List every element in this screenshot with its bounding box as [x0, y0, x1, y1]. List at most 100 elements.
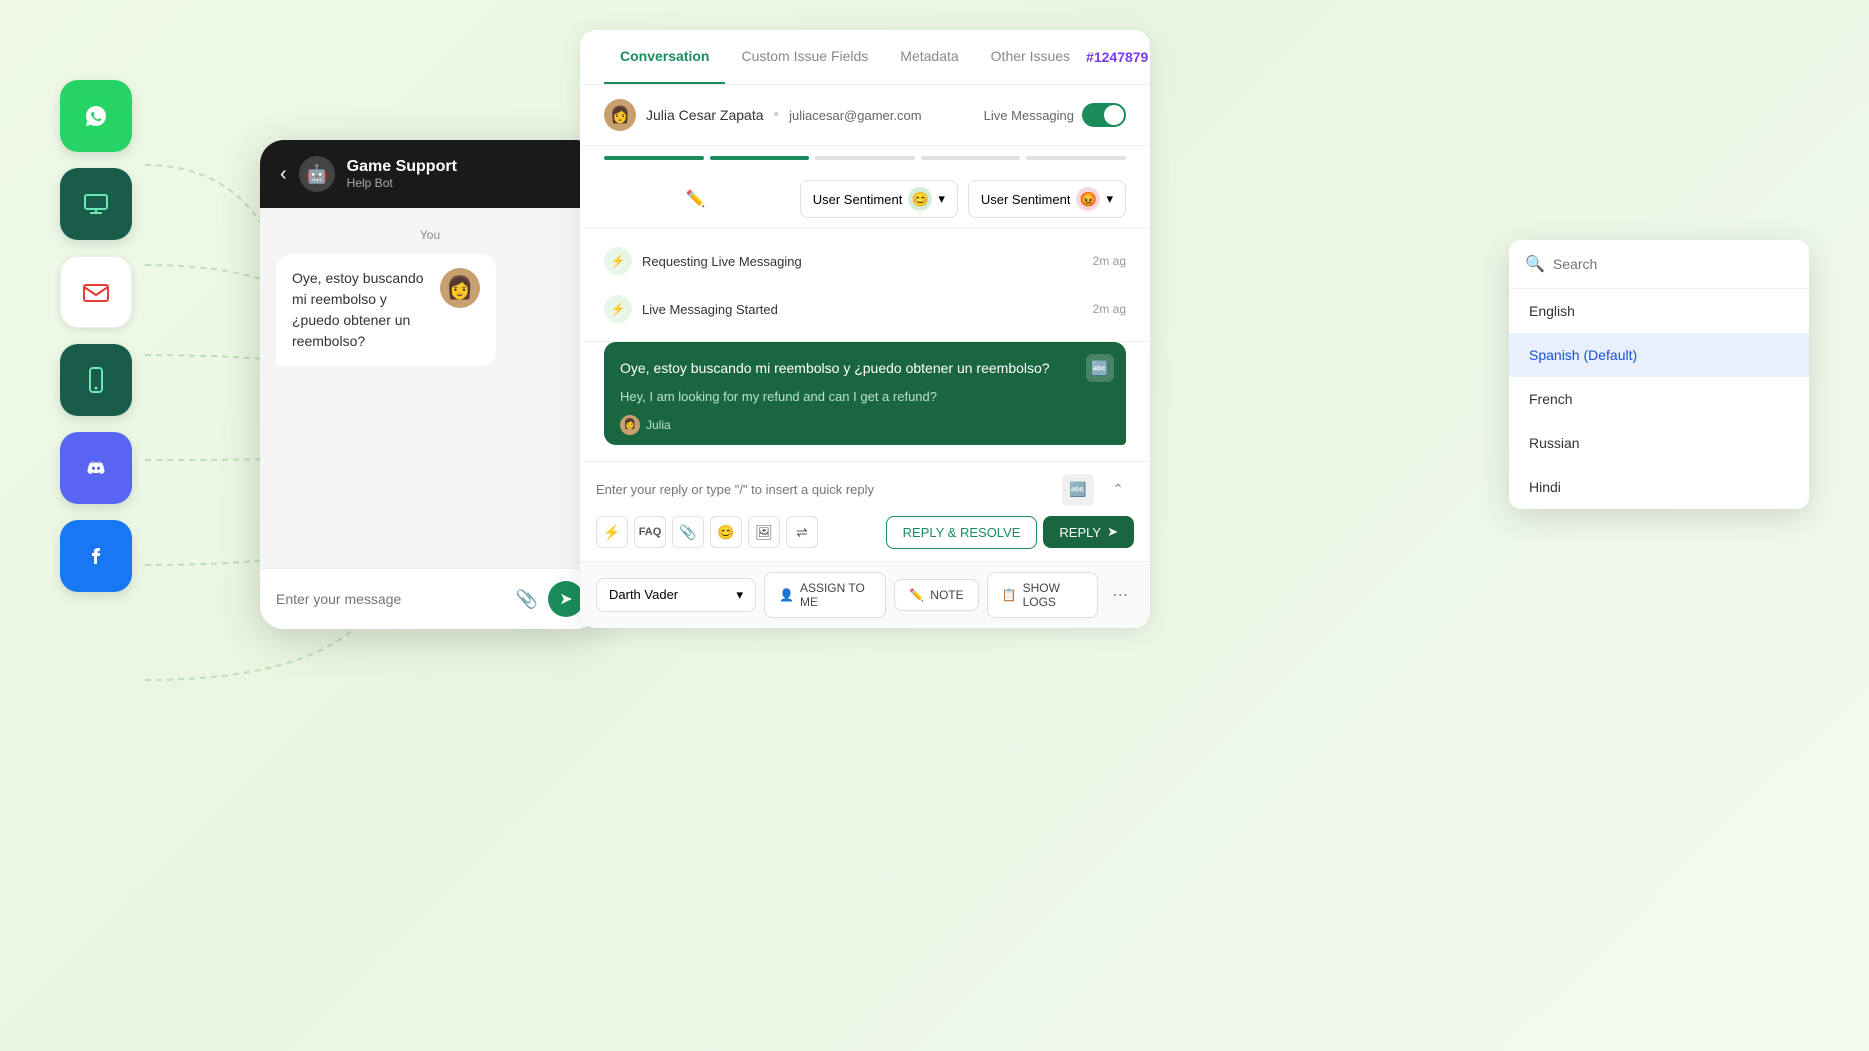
sentiment-label-1: User Sentiment — [813, 192, 903, 207]
bot-avatar: 🤖 — [299, 156, 335, 192]
monitor-icon[interactable] — [60, 168, 132, 240]
bubble-original-text: Oye, estoy buscando mi reembolso y ¿pued… — [620, 358, 1110, 379]
tab-conversation[interactable]: Conversation — [604, 30, 725, 84]
edit-button[interactable]: ✏️ — [686, 189, 706, 209]
more-options-btn[interactable]: ⋯ — [1106, 579, 1134, 611]
event-icon-2: ⚡ — [604, 295, 632, 323]
reply-button[interactable]: REPLY ➤ — [1043, 516, 1134, 548]
language-dropdown: 🔍 English Spanish (Default) French Russi… — [1509, 240, 1809, 509]
lang-french[interactable]: French — [1509, 377, 1809, 421]
event-time-1: 2m ag — [1093, 254, 1126, 268]
reply-resolve-button[interactable]: REPLY & RESOLVE — [886, 516, 1038, 549]
author-avatar: 👩 — [620, 415, 640, 435]
live-messaging-toggle[interactable]: Live Messaging — [984, 103, 1126, 127]
assign-label: ASSIGN TO ME — [800, 581, 871, 609]
crm-events: ⚡ Requesting Live Messaging 2m ag ⚡ Live… — [580, 229, 1150, 342]
translate-icon[interactable]: 🔤 — [1086, 354, 1114, 382]
flash-tool-btn[interactable]: ⚡ — [596, 516, 628, 548]
email-icon[interactable] — [60, 256, 132, 328]
user-name: Julia Cesar Zapata — [646, 107, 764, 123]
bubble-translated-text: Hey, I am looking for my refund and can … — [620, 387, 1110, 407]
agent-name: Darth Vader — [609, 587, 678, 602]
event-row-1: ⚡ Requesting Live Messaging 2m ag — [580, 237, 1150, 285]
image-tool-btn[interactable]: 🖼 — [748, 516, 780, 548]
user-avatar: 👩 — [440, 268, 480, 308]
whatsapp-icon[interactable] — [60, 80, 132, 152]
logs-icon: 📋 — [1002, 588, 1017, 602]
live-messaging-label: Live Messaging — [984, 108, 1074, 123]
attachment-tool-btn[interactable]: 📎 — [672, 516, 704, 548]
tab-custom-issue[interactable]: Custom Issue Fields — [725, 30, 884, 84]
language-search-input[interactable] — [1553, 256, 1793, 272]
search-icon: 🔍 — [1525, 254, 1545, 274]
crm-panel: Conversation Custom Issue Fields Metadat… — [580, 30, 1150, 628]
sentiment-emoji-positive: 😊 — [908, 187, 932, 211]
reply-label: REPLY — [1059, 525, 1101, 540]
show-logs-btn[interactable]: 📋 SHOW LOGS — [987, 572, 1099, 618]
tab-other-issues[interactable]: Other Issues — [975, 30, 1086, 84]
assign-icon: 👤 — [779, 588, 794, 602]
sentiment-label-2: User Sentiment — [981, 192, 1071, 207]
note-icon: ✏️ — [909, 588, 924, 602]
faq-tool-btn[interactable]: FAQ — [634, 516, 666, 548]
mobile-chat-body: You Oye, estoy buscando mi reembolso y ¿… — [260, 208, 600, 568]
reply-translate-btn[interactable]: 🔤 — [1062, 474, 1094, 506]
assign-to-me-btn[interactable]: 👤 ASSIGN TO ME — [764, 572, 886, 618]
user-separator: • — [774, 106, 780, 124]
lang-hindi[interactable]: Hindi — [1509, 465, 1809, 509]
dropdown-arrow-2: ▾ — [1106, 191, 1113, 207]
mobile-chat-panel: ‹ 🤖 Game Support Help Bot You Oye, estoy… — [260, 140, 600, 629]
bubble-author: 👩 Julia — [620, 415, 1110, 435]
lang-spanish[interactable]: Spanish (Default) — [1509, 333, 1809, 377]
live-messaging-switch[interactable] — [1082, 103, 1126, 127]
reply-arrow-icon: ➤ — [1107, 524, 1118, 540]
progress-bar-3 — [815, 156, 915, 160]
event-icon-1: ⚡ — [604, 247, 632, 275]
chat-subtitle: Help Bot — [347, 176, 457, 190]
discord-icon[interactable] — [60, 432, 132, 504]
tab-metadata[interactable]: Metadata — [884, 30, 974, 84]
mobile-icon[interactable] — [60, 344, 132, 416]
send-button[interactable]: ➤ — [548, 581, 584, 617]
progress-bar-4 — [921, 156, 1021, 160]
note-label: NOTE — [930, 588, 963, 602]
sentiment-negative-btn[interactable]: User Sentiment 😡 ▾ — [968, 180, 1126, 218]
mobile-chat-header: ‹ 🤖 Game Support Help Bot — [260, 140, 600, 208]
reply-input-row: 🔤 ⌃ — [596, 474, 1134, 506]
sentiment-row: ✏️ User Sentiment 😊 ▾ User Sentiment 😡 ▾ — [580, 170, 1150, 229]
crm-tabs: Conversation Custom Issue Fields Metadat… — [580, 30, 1150, 85]
progress-bar-1 — [604, 156, 704, 160]
progress-bar-2 — [710, 156, 810, 160]
note-btn[interactable]: ✏️ NOTE — [894, 579, 978, 611]
event-time-2: 2m ag — [1093, 302, 1126, 316]
logs-label: SHOW LOGS — [1023, 581, 1084, 609]
emoji-tool-btn[interactable]: 😊 — [710, 516, 742, 548]
facebook-icon[interactable] — [60, 520, 132, 592]
language-search: 🔍 — [1509, 240, 1809, 289]
user-message-text: Oye, estoy buscando mi reembolso y ¿pued… — [292, 268, 430, 352]
agent-select[interactable]: Darth Vader ▾ — [596, 578, 756, 612]
progress-bars — [580, 146, 1150, 170]
chat-title-area: Game Support Help Bot — [347, 158, 457, 190]
user-avatar-crm: 👩 — [604, 99, 636, 131]
user-info-row: 👩 Julia Cesar Zapata • juliacesar@gamer.… — [580, 85, 1150, 146]
lang-russian[interactable]: Russian — [1509, 421, 1809, 465]
reply-toolbar: ⚡ FAQ 📎 😊 🖼 ⇌ REPLY & RESOLVE REPLY ➤ — [596, 516, 1134, 549]
author-name: Julia — [646, 418, 671, 432]
event-text-1: Requesting Live Messaging — [642, 254, 1083, 269]
arrows-tool-btn[interactable]: ⇌ — [786, 516, 818, 548]
translated-bubble: 🔤 Oye, estoy buscando mi reembolso y ¿pu… — [604, 342, 1126, 445]
reply-input[interactable] — [596, 482, 1054, 497]
lang-english[interactable]: English — [1509, 289, 1809, 333]
event-text-2: Live Messaging Started — [642, 302, 1083, 317]
chat-title: Game Support — [347, 158, 457, 176]
back-button[interactable]: ‹ — [280, 163, 287, 186]
mobile-message-input[interactable] — [276, 591, 506, 607]
ticket-id: #1247879 — [1086, 49, 1148, 65]
sentiment-positive-btn[interactable]: User Sentiment 😊 ▾ — [800, 180, 958, 218]
agent-dropdown-arrow: ▾ — [736, 587, 743, 603]
reply-expand-btn[interactable]: ⌃ — [1102, 474, 1134, 506]
attachment-icon[interactable]: 📎 — [516, 589, 538, 610]
chat-you-label: You — [276, 228, 584, 242]
bottom-action-row: Darth Vader ▾ 👤 ASSIGN TO ME ✏️ NOTE 📋 S… — [580, 561, 1150, 628]
